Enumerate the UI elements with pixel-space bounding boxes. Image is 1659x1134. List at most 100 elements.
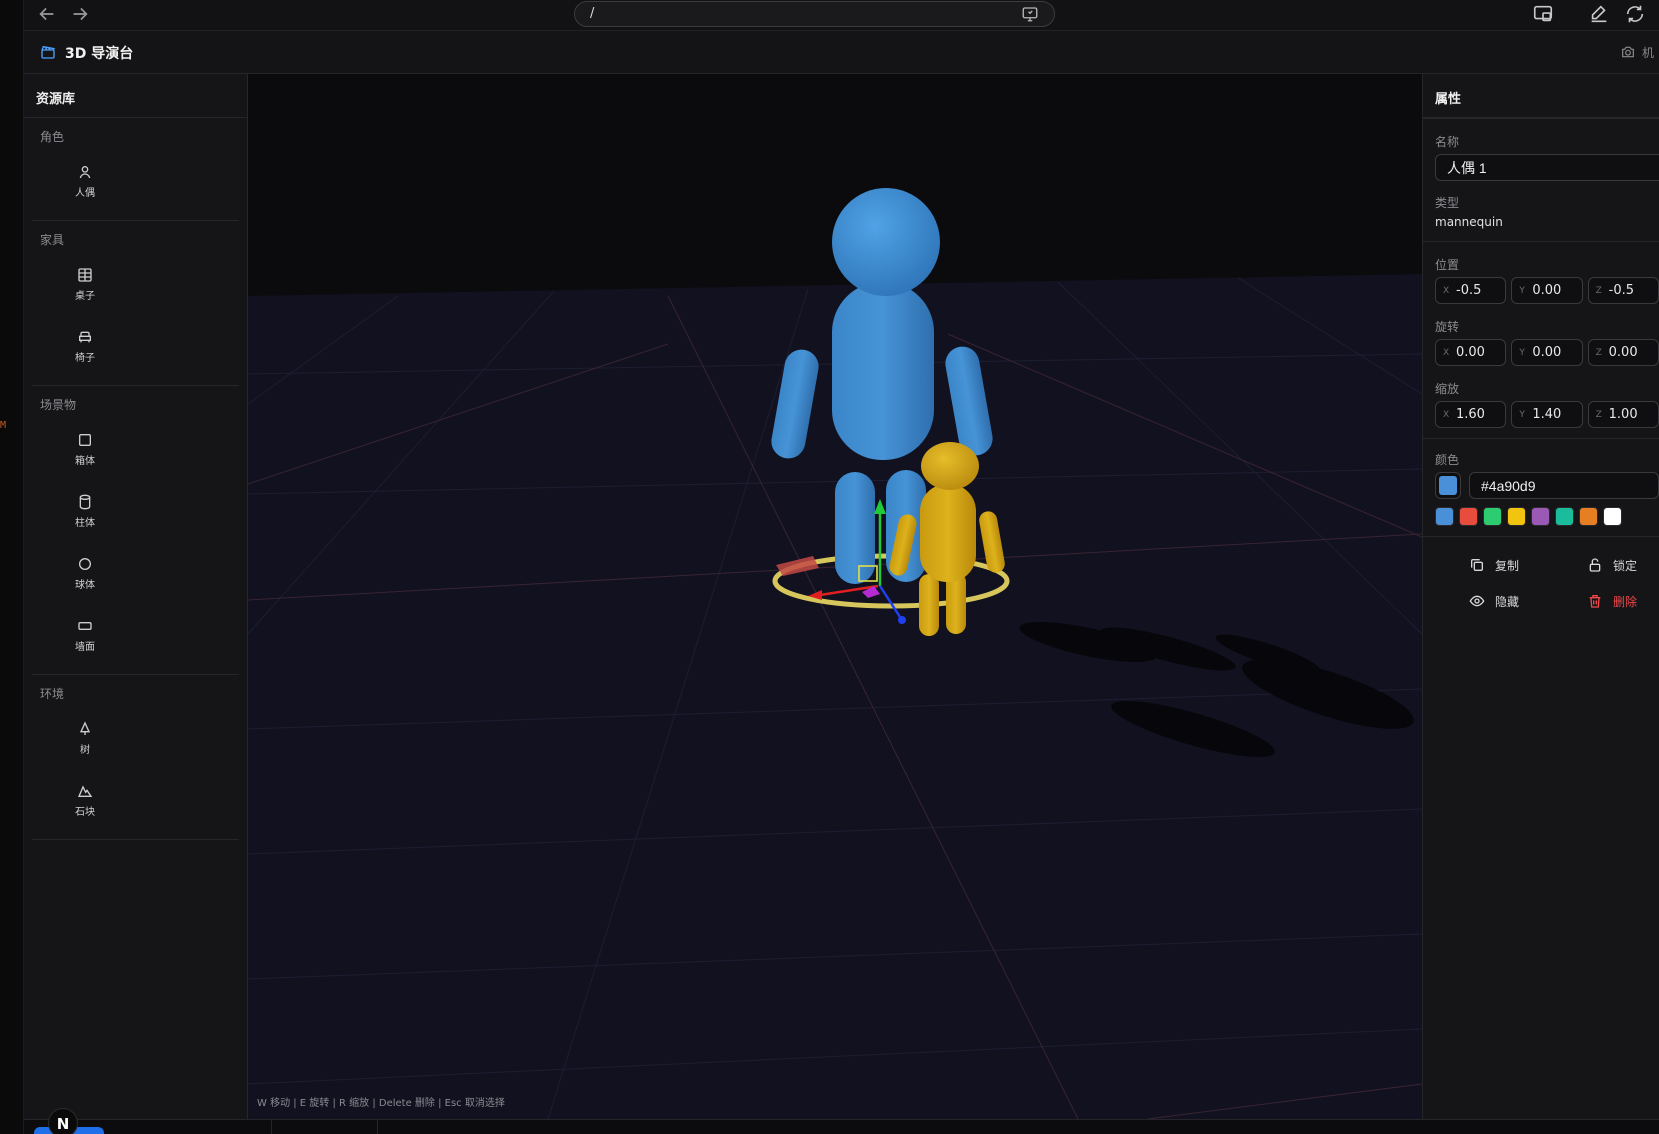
position-x-input[interactable]: X -0.5 bbox=[1435, 277, 1507, 304]
address-bar[interactable]: / bbox=[574, 1, 1055, 27]
color-preset-swatch[interactable] bbox=[1531, 507, 1550, 526]
app-header: 3D 导演台 机 bbox=[24, 31, 1659, 74]
keyboard-hint: W 移动 | E 旋转 | R 缩放 | Delete 删除 | Esc 取消选… bbox=[257, 1098, 505, 1109]
color-picker[interactable] bbox=[1435, 472, 1461, 499]
refresh-icon[interactable] bbox=[1624, 3, 1646, 25]
color-preset-swatch[interactable] bbox=[1555, 507, 1574, 526]
cast-screen-icon[interactable] bbox=[1020, 5, 1040, 23]
blue-head[interactable] bbox=[832, 188, 940, 296]
nextjs-badge[interactable]: N bbox=[48, 1108, 78, 1134]
type-value: mannequin bbox=[1435, 215, 1503, 229]
trash-icon bbox=[1589, 595, 1601, 608]
position-x-value: -0.5 bbox=[1456, 283, 1482, 298]
rotation-fields: X 0.00 Y 0.00 Z 0.00 bbox=[1435, 339, 1659, 366]
asset-rock[interactable]: 石块 bbox=[32, 769, 138, 831]
hide-button[interactable]: 隐藏 bbox=[1435, 589, 1553, 613]
blue-left-leg[interactable] bbox=[835, 472, 875, 584]
color-preset-swatch[interactable] bbox=[1603, 507, 1622, 526]
position-z-value: -0.5 bbox=[1608, 283, 1635, 298]
position-y-input[interactable]: Y 0.00 bbox=[1511, 277, 1583, 304]
gold-head[interactable] bbox=[921, 442, 979, 490]
asset-label: 球体 bbox=[75, 579, 95, 591]
axis-x-label: X bbox=[1443, 285, 1450, 296]
asset-chair[interactable]: 椅子 bbox=[32, 315, 138, 377]
table-icon bbox=[78, 267, 92, 282]
axis-y-label: Y bbox=[1519, 347, 1525, 358]
color-preset-swatch[interactable] bbox=[1435, 507, 1454, 526]
asset-table[interactable]: 桌子 bbox=[32, 253, 138, 315]
asset-box[interactable]: 箱体 bbox=[32, 418, 138, 480]
asset-library-panel: 资源库 角色 人偶 家具 桌子 椅子 场景物 箱体 柱体 球体 墙面 环境 树 … bbox=[24, 74, 248, 1119]
armchair-icon bbox=[79, 331, 91, 342]
name-label: 名称 bbox=[1435, 135, 1460, 149]
divider bbox=[271, 1120, 272, 1134]
asset-mannequin[interactable]: 人偶 bbox=[32, 150, 138, 212]
blue-torso[interactable] bbox=[832, 282, 934, 460]
properties-panel: 属性 名称 类型 mannequin 位置 X-0.5 Y0.00 Z-0.5 … bbox=[1422, 74, 1659, 1119]
position-y-value: 0.00 bbox=[1532, 283, 1562, 298]
asset-library-title: 资源库 bbox=[24, 74, 247, 118]
asset-cylinder[interactable]: 柱体 bbox=[32, 480, 138, 542]
3d-viewport[interactable]: W 移动 | E 旋转 | R 缩放 | Delete 删除 | Esc 取消选… bbox=[248, 74, 1422, 1119]
rotation-x-input[interactable]: X 0.00 bbox=[1435, 339, 1507, 366]
edit-icon[interactable] bbox=[1588, 3, 1610, 25]
delete-label: 删除 bbox=[1612, 594, 1637, 609]
split-screen-icon[interactable] bbox=[1532, 3, 1554, 25]
name-input[interactable] bbox=[1435, 154, 1659, 181]
camera-icon bbox=[1622, 46, 1634, 58]
lock-label: 锁定 bbox=[1612, 558, 1637, 573]
hide-label: 隐藏 bbox=[1494, 594, 1519, 609]
divider bbox=[1423, 536, 1659, 537]
asset-sphere[interactable]: 球体 bbox=[32, 542, 138, 604]
gold-torso[interactable] bbox=[920, 484, 976, 582]
position-z-input[interactable]: Z -0.5 bbox=[1587, 277, 1659, 304]
scale-z-value: 1.00 bbox=[1608, 407, 1638, 422]
circle-icon bbox=[79, 557, 91, 570]
color-preset-swatch[interactable] bbox=[1459, 507, 1478, 526]
object-actions: 复制 锁定 隐藏 删除 bbox=[1435, 553, 1659, 613]
back-arrow-icon[interactable] bbox=[36, 3, 58, 25]
rotation-x-value: 0.00 bbox=[1456, 345, 1485, 360]
scale-fields: X 1.60 Y 1.40 Z 1.00 bbox=[1435, 401, 1659, 428]
asset-label: 石块 bbox=[75, 806, 95, 818]
gold-left-leg[interactable] bbox=[919, 574, 939, 636]
mountain-icon bbox=[77, 784, 93, 797]
asset-label: 桌子 bbox=[75, 290, 95, 302]
color-hex-input[interactable] bbox=[1469, 472, 1659, 499]
scale-x-input[interactable]: X 1.60 bbox=[1435, 401, 1507, 428]
asset-wall[interactable]: 墙面 bbox=[32, 604, 138, 666]
url-text: / bbox=[590, 6, 595, 21]
category-label: 角色 bbox=[40, 130, 65, 144]
divider bbox=[377, 1120, 378, 1134]
axis-z-label: Z bbox=[1595, 285, 1602, 296]
color-preset-swatch[interactable] bbox=[1507, 507, 1526, 526]
scale-y-input[interactable]: Y 1.40 bbox=[1511, 401, 1583, 428]
rotation-y-value: 0.00 bbox=[1532, 345, 1562, 360]
axis-z-label: Z bbox=[1595, 347, 1602, 358]
gizmo-z-handle[interactable] bbox=[898, 616, 906, 624]
camera-button[interactable]: 机 bbox=[1620, 42, 1654, 62]
color-preset-swatch[interactable] bbox=[1579, 507, 1598, 526]
delete-button[interactable]: 删除 bbox=[1553, 589, 1659, 613]
axis-y-label: Y bbox=[1519, 409, 1525, 420]
scale-z-input[interactable]: Z 1.00 bbox=[1587, 401, 1659, 428]
position-fields: X -0.5 Y 0.00 Z -0.5 bbox=[1435, 277, 1659, 304]
rotation-z-input[interactable]: Z 0.00 bbox=[1587, 339, 1659, 366]
unlock-icon bbox=[1589, 558, 1601, 572]
strip-mark: M bbox=[0, 420, 7, 431]
category-props: 场景物 箱体 柱体 球体 墙面 bbox=[32, 386, 239, 675]
asset-label: 箱体 bbox=[75, 455, 95, 467]
person-icon bbox=[79, 165, 91, 178]
scale-x-value: 1.60 bbox=[1456, 407, 1485, 422]
forward-arrow-icon[interactable] bbox=[69, 3, 91, 25]
copy-button[interactable]: 复制 bbox=[1435, 553, 1553, 577]
lock-button[interactable]: 锁定 bbox=[1553, 553, 1659, 577]
rotation-y-input[interactable]: Y 0.00 bbox=[1511, 339, 1583, 366]
asset-tree[interactable]: 树 bbox=[32, 707, 138, 769]
copy-label: 复制 bbox=[1494, 558, 1519, 573]
color-preset-swatch[interactable] bbox=[1483, 507, 1502, 526]
rotation-label: 旋转 bbox=[1435, 320, 1460, 334]
app-title: 3D 导演台 bbox=[65, 46, 134, 62]
category-furniture: 家具 桌子 椅子 bbox=[32, 221, 239, 386]
scene-canvas[interactable] bbox=[248, 74, 1422, 1119]
